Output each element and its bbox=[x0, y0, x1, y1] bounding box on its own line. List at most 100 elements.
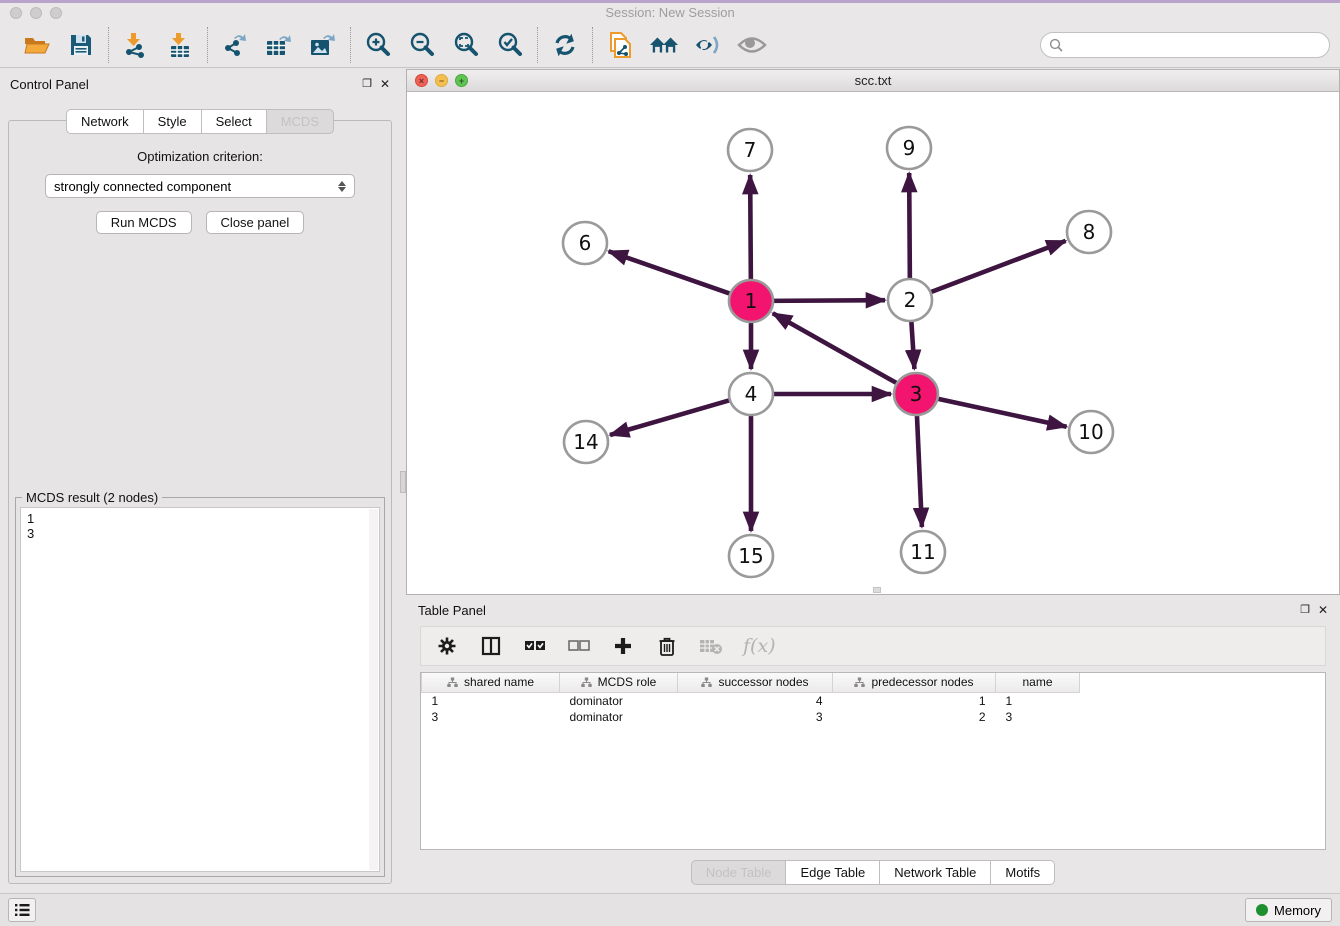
mcds-result-box[interactable]: 1 3 bbox=[20, 507, 380, 872]
export-image-button[interactable] bbox=[308, 30, 338, 60]
copy-network-button[interactable] bbox=[605, 30, 635, 60]
import-network-button[interactable] bbox=[121, 30, 151, 60]
table-cell[interactable]: dominator bbox=[560, 709, 678, 725]
table-cell[interactable]: 4 bbox=[678, 692, 833, 709]
float-panel-icon[interactable]: ❐ bbox=[362, 79, 372, 90]
maximize-window-button[interactable] bbox=[50, 7, 62, 19]
refresh-layout-button[interactable] bbox=[550, 30, 580, 60]
function-builder-button[interactable]: f(x) bbox=[743, 634, 776, 658]
edge-1-2[interactable] bbox=[769, 300, 885, 301]
search-icon bbox=[1049, 38, 1063, 52]
canvas-resize-grip[interactable] bbox=[873, 587, 881, 593]
style-toggle-button[interactable] bbox=[693, 30, 723, 60]
node-11[interactable]: 11 bbox=[901, 531, 945, 573]
float-table-panel-icon[interactable]: ❐ bbox=[1300, 605, 1310, 616]
copy-network-icon bbox=[607, 31, 633, 59]
export-table-button[interactable] bbox=[264, 30, 294, 60]
delete-table-button[interactable] bbox=[699, 634, 723, 658]
delete-column-button[interactable] bbox=[655, 634, 679, 658]
close-panel-button[interactable]: Close panel bbox=[206, 211, 305, 234]
node-14[interactable]: 14 bbox=[564, 421, 608, 463]
import-table-button[interactable] bbox=[165, 30, 195, 60]
tab-mcds[interactable]: MCDS bbox=[266, 109, 334, 134]
node-2[interactable]: 2 bbox=[888, 279, 932, 321]
table-row[interactable]: 3dominator323 bbox=[422, 709, 1080, 725]
column-header-MCDS-role[interactable]: MCDS role bbox=[560, 673, 678, 692]
table-cell[interactable]: 1 bbox=[996, 692, 1080, 709]
task-history-button[interactable] bbox=[8, 898, 36, 922]
search-box[interactable] bbox=[1040, 32, 1330, 58]
minimize-window-button[interactable] bbox=[30, 7, 42, 19]
table-cell[interactable]: dominator bbox=[560, 692, 678, 709]
node-6[interactable]: 6 bbox=[563, 222, 607, 264]
column-header-name[interactable]: name bbox=[996, 673, 1080, 692]
node-table[interactable]: shared nameMCDS rolesuccessor nodesprede… bbox=[420, 672, 1326, 850]
column-header-predecessor-nodes[interactable]: predecessor nodes bbox=[833, 673, 996, 692]
close-table-panel-icon[interactable]: ✕ bbox=[1318, 604, 1328, 616]
table-cell[interactable]: 2 bbox=[833, 709, 996, 725]
edge-2-9[interactable] bbox=[909, 173, 910, 282]
column-header-successor-nodes[interactable]: successor nodes bbox=[678, 673, 833, 692]
network-canvas[interactable]: 7 9 6 8 1 2 4 3 14 10 15 11 bbox=[407, 92, 1339, 594]
table-cell[interactable]: 3 bbox=[678, 709, 833, 725]
close-window-button[interactable] bbox=[10, 7, 22, 19]
optimization-select[interactable]: strongly connected component bbox=[45, 174, 355, 198]
zoom-selected-button[interactable] bbox=[495, 30, 525, 60]
network-graph[interactable]: 7 9 6 8 1 2 4 3 14 10 15 11 bbox=[407, 92, 1339, 594]
table-cell[interactable]: 3 bbox=[422, 709, 560, 725]
edge-3-10[interactable] bbox=[934, 398, 1067, 427]
memory-button[interactable]: Memory bbox=[1245, 898, 1332, 922]
node-15[interactable]: 15 bbox=[729, 535, 773, 577]
zoom-in-button[interactable] bbox=[363, 30, 393, 60]
edge-4-14[interactable] bbox=[610, 399, 734, 435]
zoom-out-button[interactable] bbox=[407, 30, 437, 60]
network-maximize-button[interactable]: + bbox=[455, 74, 468, 87]
eye-button[interactable] bbox=[737, 30, 767, 60]
deselect-all-button[interactable] bbox=[567, 634, 591, 658]
result-scrollbar[interactable] bbox=[369, 509, 378, 870]
node-9[interactable]: 9 bbox=[887, 127, 931, 169]
trash-icon bbox=[658, 636, 676, 656]
zoom-in-icon bbox=[365, 32, 391, 58]
table-cell[interactable]: 3 bbox=[996, 709, 1080, 725]
table-row[interactable]: 1dominator411 bbox=[422, 692, 1080, 709]
edge-2-8[interactable] bbox=[927, 241, 1066, 294]
add-column-button[interactable] bbox=[611, 634, 635, 658]
node-3[interactable]: 3 bbox=[894, 373, 938, 415]
tab-style[interactable]: Style bbox=[143, 109, 201, 134]
open-folder-icon bbox=[23, 33, 51, 57]
tab-node-table[interactable]: Node Table bbox=[691, 860, 786, 885]
edge-3-11[interactable] bbox=[917, 412, 922, 527]
save-session-button[interactable] bbox=[66, 30, 96, 60]
open-session-button[interactable] bbox=[22, 30, 52, 60]
table-cell[interactable]: 1 bbox=[422, 692, 560, 709]
node-1[interactable]: 1 bbox=[729, 280, 773, 322]
tab-motifs[interactable]: Motifs bbox=[990, 860, 1055, 885]
table-cell[interactable]: 1 bbox=[833, 692, 996, 709]
edge-1-7[interactable] bbox=[750, 175, 751, 283]
run-mcds-button[interactable]: Run MCDS bbox=[96, 211, 192, 234]
edge-3-1[interactable] bbox=[773, 313, 901, 385]
home-button[interactable] bbox=[649, 30, 679, 60]
node-4[interactable]: 4 bbox=[729, 373, 773, 415]
edge-2-3[interactable] bbox=[911, 318, 914, 369]
edge-1-6[interactable] bbox=[609, 251, 734, 295]
tab-network-table[interactable]: Network Table bbox=[879, 860, 990, 885]
node-7[interactable]: 7 bbox=[728, 129, 772, 171]
select-all-button[interactable] bbox=[523, 634, 547, 658]
zoom-fit-button[interactable] bbox=[451, 30, 481, 60]
close-panel-icon[interactable]: ✕ bbox=[380, 78, 390, 90]
network-window-titlebar[interactable]: × − + scc.txt bbox=[407, 70, 1339, 92]
tab-edge-table[interactable]: Edge Table bbox=[785, 860, 879, 885]
network-close-button[interactable]: × bbox=[415, 74, 428, 87]
show-columns-button[interactable] bbox=[479, 634, 503, 658]
column-header-shared-name[interactable]: shared name bbox=[422, 673, 560, 692]
node-8[interactable]: 8 bbox=[1067, 211, 1111, 253]
export-network-button[interactable] bbox=[220, 30, 250, 60]
tab-select[interactable]: Select bbox=[201, 109, 266, 134]
tab-network[interactable]: Network bbox=[66, 109, 143, 134]
node-10[interactable]: 10 bbox=[1069, 411, 1113, 453]
network-minimize-button[interactable]: − bbox=[435, 74, 448, 87]
search-input[interactable] bbox=[1069, 37, 1321, 52]
table-settings-button[interactable] bbox=[435, 634, 459, 658]
